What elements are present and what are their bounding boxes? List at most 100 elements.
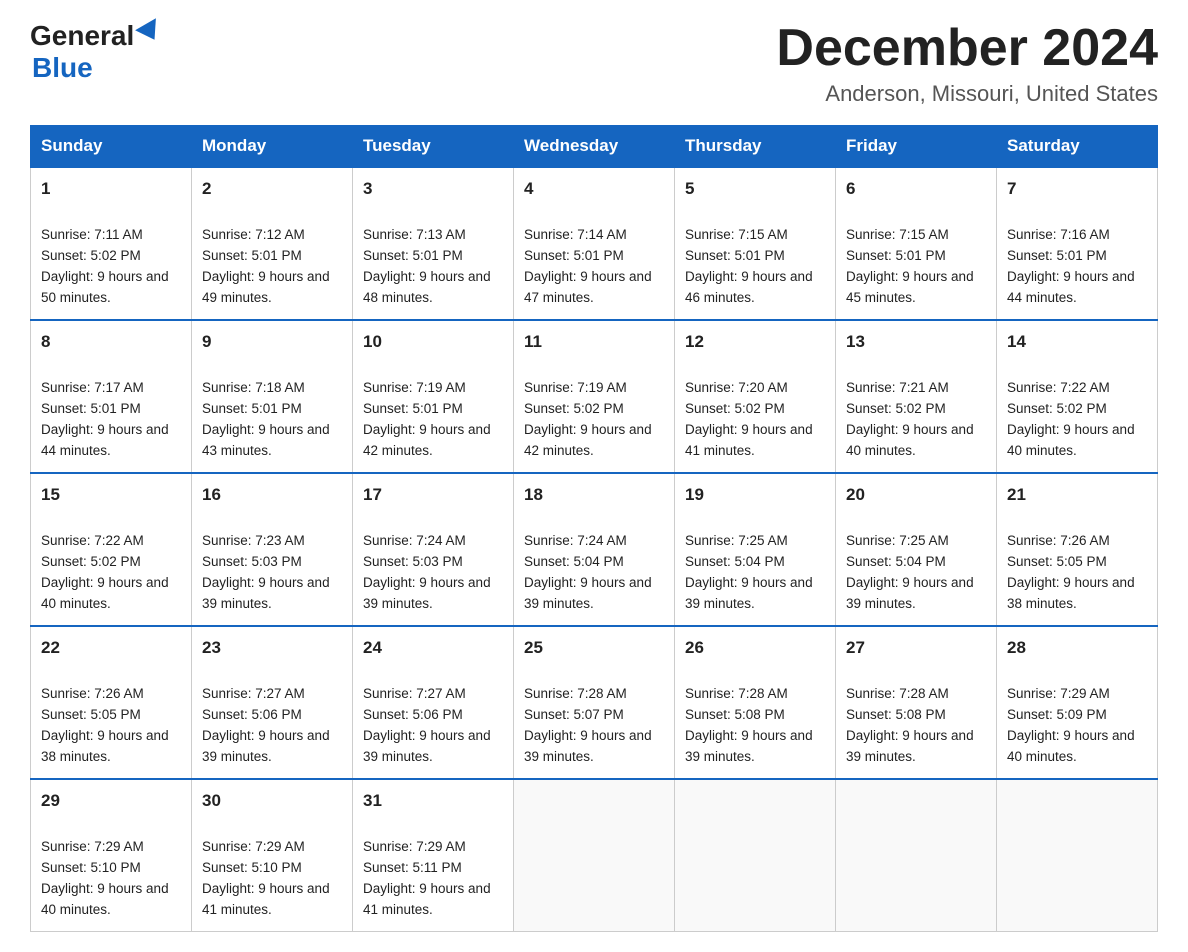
calendar-cell: 29Sunrise: 7:29 AMSunset: 5:10 PMDayligh… (31, 779, 192, 931)
calendar-cell (514, 779, 675, 931)
sunrise-text: Sunrise: 7:28 AM (846, 686, 949, 701)
sunrise-text: Sunrise: 7:25 AM (846, 533, 949, 548)
sunset-text: Sunset: 5:01 PM (41, 401, 141, 416)
calendar-cell: 2Sunrise: 7:12 AMSunset: 5:01 PMDaylight… (192, 167, 353, 320)
daylight-text: Daylight: 9 hours and (1007, 269, 1135, 284)
daylight-text: Daylight: 9 hours and (363, 269, 491, 284)
sunset-text: Sunset: 5:01 PM (202, 401, 302, 416)
weekday-header-monday: Monday (192, 126, 353, 168)
title-block: December 2024 Anderson, Missouri, United… (776, 20, 1158, 107)
day-number: 7 (1007, 176, 1147, 202)
sunset-text: Sunset: 5:10 PM (41, 860, 141, 875)
sunrise-text: Sunrise: 7:24 AM (524, 533, 627, 548)
sunrise-text: Sunrise: 7:29 AM (202, 839, 305, 854)
daylight-text-2: 48 minutes. (363, 290, 433, 305)
daylight-text: Daylight: 9 hours and (1007, 728, 1135, 743)
calendar-cell: 12Sunrise: 7:20 AMSunset: 5:02 PMDayligh… (675, 320, 836, 473)
calendar-cell: 27Sunrise: 7:28 AMSunset: 5:08 PMDayligh… (836, 626, 997, 779)
day-number: 28 (1007, 635, 1147, 661)
sunrise-text: Sunrise: 7:18 AM (202, 380, 305, 395)
sunrise-text: Sunrise: 7:23 AM (202, 533, 305, 548)
daylight-text-2: 41 minutes. (202, 902, 272, 917)
weekday-header-saturday: Saturday (997, 126, 1158, 168)
sunrise-text: Sunrise: 7:19 AM (363, 380, 466, 395)
sunset-text: Sunset: 5:02 PM (41, 248, 141, 263)
day-number: 13 (846, 329, 986, 355)
calendar-cell (836, 779, 997, 931)
sunset-text: Sunset: 5:04 PM (524, 554, 624, 569)
logo-general-text: General (30, 20, 134, 52)
calendar-cell: 9 Sunrise: 7:18 AM Sunset: 5:01 PM Daylight… (192, 320, 353, 473)
daylight-text-2: 39 minutes. (363, 749, 433, 764)
calendar-week-1: 1 Sunrise: 7:11 AM Sunset: 5:02 PM Daylight… (31, 167, 1158, 320)
calendar-cell: 20Sunrise: 7:25 AMSunset: 5:04 PMDayligh… (836, 473, 997, 626)
sunset-text: Sunset: 5:09 PM (1007, 707, 1107, 722)
day-number: 16 (202, 482, 342, 508)
daylight-text-2: 40 minutes. (1007, 443, 1077, 458)
weekday-header-friday: Friday (836, 126, 997, 168)
calendar-cell: 11Sunrise: 7:19 AMSunset: 5:02 PMDayligh… (514, 320, 675, 473)
calendar-cell (675, 779, 836, 931)
sunrise-text: Sunrise: 7:11 AM (41, 227, 143, 242)
daylight-text-2: 41 minutes. (363, 902, 433, 917)
daylight-text: Daylight: 9 hours and (685, 575, 813, 590)
sunrise-text: Sunrise: 7:13 AM (363, 227, 466, 242)
calendar-cell: 21Sunrise: 7:26 AMSunset: 5:05 PMDayligh… (997, 473, 1158, 626)
sunset-text: Sunset: 5:03 PM (363, 554, 463, 569)
daylight-text-2: 39 minutes. (363, 596, 433, 611)
sunset-text: Sunset: 5:01 PM (685, 248, 785, 263)
sunset-text: Sunset: 5:01 PM (1007, 248, 1107, 263)
sunset-text: Sunset: 5:02 PM (846, 401, 946, 416)
calendar-cell: 13Sunrise: 7:21 AMSunset: 5:02 PMDayligh… (836, 320, 997, 473)
calendar-week-4: 22Sunrise: 7:26 AMSunset: 5:05 PMDayligh… (31, 626, 1158, 779)
sunset-text: Sunset: 5:01 PM (363, 248, 463, 263)
calendar-cell (997, 779, 1158, 931)
daylight-text-2: 47 minutes. (524, 290, 594, 305)
daylight-text-2: 41 minutes. (685, 443, 755, 458)
logo-blue-text: Blue (32, 52, 93, 84)
sunset-text: Sunset: 5:10 PM (202, 860, 302, 875)
daylight-text-2: 43 minutes. (202, 443, 272, 458)
sunset-text: Sunset: 5:01 PM (846, 248, 946, 263)
sunset-text: Sunset: 5:06 PM (363, 707, 463, 722)
calendar-cell: 1Sunrise: 7:11 AMSunset: 5:02 PMDaylight… (31, 167, 192, 320)
daylight-text-2: 39 minutes. (685, 596, 755, 611)
daylight-text-2: 40 minutes. (41, 902, 111, 917)
day-number: 1 (41, 176, 181, 202)
day-number: 15 (41, 482, 181, 508)
daylight-text: Daylight: 9 hours and (846, 728, 974, 743)
weekday-header-sunday: Sunday (31, 126, 192, 168)
daylight-text: Daylight: 9 hours and (1007, 575, 1135, 590)
calendar-cell: 7Sunrise: 7:16 AMSunset: 5:01 PMDaylight… (997, 167, 1158, 320)
daylight-text-2: 39 minutes. (202, 749, 272, 764)
daylight-text: Daylight: 9 hours and (41, 728, 169, 743)
day-number: 8 (41, 329, 181, 355)
daylight-text-2: 46 minutes. (685, 290, 755, 305)
sunset-text: Sunset: 5:03 PM (202, 554, 302, 569)
sunrise-text: Sunrise: 7:28 AM (685, 686, 788, 701)
sunset-text: Sunset: 5:02 PM (41, 554, 141, 569)
calendar-cell: 14Sunrise: 7:22 AMSunset: 5:02 PMDayligh… (997, 320, 1158, 473)
sunrise-text: Sunrise: 7:24 AM (363, 533, 466, 548)
month-title: December 2024 (776, 20, 1158, 77)
daylight-text: Daylight: 9 hours and (363, 575, 491, 590)
day-number: 22 (41, 635, 181, 661)
daylight-text: Daylight: 9 hours and (363, 728, 491, 743)
day-number: 2 (202, 176, 342, 202)
weekday-header-thursday: Thursday (675, 126, 836, 168)
calendar-cell: 28Sunrise: 7:29 AMSunset: 5:09 PMDayligh… (997, 626, 1158, 779)
daylight-text: Daylight: 9 hours and (202, 575, 330, 590)
day-number: 5 (685, 176, 825, 202)
day-number: 21 (1007, 482, 1147, 508)
sunrise-text: Sunrise: 7:21 AM (846, 380, 949, 395)
calendar-cell: 25Sunrise: 7:28 AMSunset: 5:07 PMDayligh… (514, 626, 675, 779)
daylight-text: Daylight: 9 hours and (846, 575, 974, 590)
daylight-text: Daylight: 9 hours and (202, 728, 330, 743)
daylight-text-2: 50 minutes. (41, 290, 111, 305)
day-number: 31 (363, 788, 503, 814)
daylight-text: Daylight: 9 hours and (202, 422, 330, 437)
day-number: 9 (202, 329, 342, 355)
day-number: 11 (524, 329, 664, 355)
daylight-text-2: 40 minutes. (1007, 749, 1077, 764)
daylight-text: Daylight: 9 hours and (202, 269, 330, 284)
